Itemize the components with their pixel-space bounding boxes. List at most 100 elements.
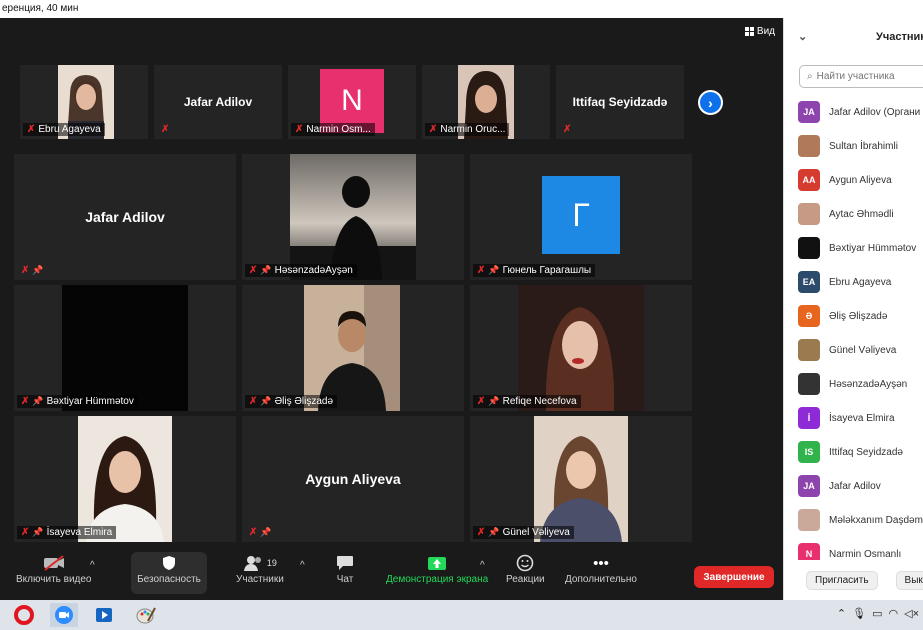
participant-row[interactable]: Mələkxanım Daşdəm <box>784 503 923 537</box>
mic-off-icon: ✗ <box>295 124 304 135</box>
participant-name: Bəxtiyar Hümmətov <box>46 396 134 407</box>
participant-avatar: Ə <box>798 305 820 327</box>
media-player-icon[interactable] <box>90 603 118 627</box>
invite-button[interactable]: Пригласить <box>806 570 878 590</box>
view-button-label: Вид <box>756 26 775 37</box>
more-button[interactable]: ••• Дополнительно <box>565 552 637 586</box>
window-title: еренция, 40 мин <box>0 0 923 18</box>
participant-row[interactable]: Sultan İbrahimli <box>784 129 923 163</box>
nametag: ✗ Ebru Agayeva <box>23 123 105 136</box>
opera-icon[interactable] <box>10 603 38 627</box>
wifi-icon[interactable]: ◠ <box>889 607 899 620</box>
participant-row[interactable]: AA Aygun Aliyeva <box>784 163 923 197</box>
participant-name: Гюнель Гарагашлы <box>502 265 592 276</box>
strip-tile-3[interactable]: ✗ Narmin Oruc... <box>422 65 550 139</box>
participant-row[interactable]: JA Jafar Adilov (Органи <box>784 95 923 129</box>
strip-tile-1[interactable]: Jafar Adilov ✗ <box>154 65 282 139</box>
participant-search-input[interactable] <box>816 71 923 82</box>
grid-tile-3[interactable]: ✗ 📌 Bəxtiyar Hümmətov <box>14 285 236 411</box>
participant-video <box>518 285 644 411</box>
participant-name: İsayeva Elmira <box>46 527 113 538</box>
mic-off-icon: ✗ <box>21 527 30 538</box>
zoom-app-icon[interactable] <box>50 603 78 627</box>
participants-panel: ⌄ Участники ⌕ JA Jafar Adilov (Органи Sult… <box>783 18 923 600</box>
chat-button[interactable]: Чат <box>336 552 354 585</box>
pin-icon: 📌 <box>32 396 44 406</box>
mic-off-icon: ✗ <box>563 124 572 135</box>
grid-tile-1[interactable]: ✗ 📌 HəsənzadəAyşən <box>242 154 464 280</box>
participant-row[interactable]: Ə Əliş Əlişzadə <box>784 299 923 333</box>
participant-name: HəsənzadəAyşən <box>274 265 353 276</box>
panel-footer: Пригласить Выкл <box>784 560 923 600</box>
grid-tile-7[interactable]: Aygun Aliyeva ✗ 📌 <box>242 416 464 542</box>
participant-row[interactable]: İ İsayeva Elmira <box>784 401 923 435</box>
participant-avatar <box>798 203 820 225</box>
pin-icon: 📌 <box>32 265 44 275</box>
panel-title: Участники <box>876 31 923 43</box>
microphone-icon[interactable]: 🎙 <box>852 607 866 620</box>
mic-off-icon: ✗ <box>249 527 258 538</box>
share-options-caret-icon[interactable]: ^ <box>480 560 485 571</box>
pin-icon: 📌 <box>260 396 272 406</box>
participant-avatar: IS <box>798 441 820 463</box>
reactions-button[interactable]: Реакции <box>506 552 545 585</box>
participant-row-name: Aygun Aliyeva <box>829 174 892 186</box>
speaker-icon[interactable]: ◁× <box>904 607 919 620</box>
participant-row[interactable]: Bəxtiyar Hümmətov <box>784 231 923 265</box>
participant-name: Aygun Aliyeva <box>305 471 401 487</box>
mic-off-icon: ✗ <box>27 124 36 135</box>
paint-icon[interactable] <box>132 603 160 627</box>
nametag: ✗ <box>157 123 173 136</box>
participants-button[interactable]: 19 Участники <box>236 552 284 585</box>
view-button[interactable]: Вид <box>744 26 775 37</box>
participant-row[interactable]: Aytac Əhmədli <box>784 197 923 231</box>
avatar: Г <box>542 176 620 254</box>
security-button[interactable]: Безопасность <box>131 552 207 594</box>
participant-row[interactable]: JA Jafar Adilov <box>784 469 923 503</box>
participants-icon: 19 <box>243 552 277 574</box>
end-meeting-button[interactable]: Завершение <box>694 566 774 588</box>
mic-off-icon: ✗ <box>21 396 30 407</box>
share-screen-button[interactable]: Демонстрация экрана <box>386 552 488 585</box>
participants-options-caret-icon[interactable]: ^ <box>300 560 305 571</box>
strip-tile-4[interactable]: Ittifaq Seyidzadə ✗ <box>556 65 684 139</box>
participant-name: Ebru Agayeva <box>38 124 101 135</box>
grid-tile-2[interactable]: Г ✗ 📌 Гюнель Гарагашлы <box>470 154 692 280</box>
video-options-caret-icon[interactable]: ^ <box>90 560 95 571</box>
start-video-button[interactable]: Включить видео <box>16 552 92 585</box>
participant-row-name: Sultan İbrahimli <box>829 140 898 152</box>
mute-all-button[interactable]: Выкл <box>895 570 923 590</box>
participant-avatar: JA <box>798 475 820 497</box>
tray-expand-icon[interactable]: ⌃ <box>837 607 846 620</box>
strip-tile-2[interactable]: N ✗ Narmin Osm... <box>288 65 416 139</box>
grid-tile-4[interactable]: ✗ 📌 Əliş Əlişzadə <box>242 285 464 411</box>
os-taskbar: ⌃ 🎙 ▭ ◠ ◁× <box>0 600 923 630</box>
collapse-chevron-icon[interactable]: ⌄ <box>798 30 807 43</box>
pin-icon: 📌 <box>260 265 272 275</box>
more-dots-icon: ••• <box>593 554 609 572</box>
participant-row-name: Aytac Əhmədli <box>829 208 894 220</box>
participant-name: Refiqe Necefova <box>502 396 577 407</box>
nametag: ✗ <box>559 123 575 136</box>
participant-row-name: Ebru Agayeva <box>829 276 892 288</box>
mic-off-icon: ✗ <box>477 396 486 407</box>
participant-avatar: JA <box>798 101 820 123</box>
participant-search-box[interactable]: ⌕ <box>799 65 923 88</box>
battery-icon[interactable]: ▭ <box>872 607 882 620</box>
grid-tile-6[interactable]: ✗ 📌 İsayeva Elmira <box>14 416 236 542</box>
participant-avatar: İ <box>798 407 820 429</box>
participant-row[interactable]: HəsənzadəAyşən <box>784 367 923 401</box>
participant-name: Narmin Oruc... <box>440 124 506 135</box>
participant-row[interactable]: IS Ittifaq Seyidzadə <box>784 435 923 469</box>
participant-row-name: Narmin Osmanlı <box>829 548 902 560</box>
participant-row[interactable]: EA Ebru Agayeva <box>784 265 923 299</box>
participant-row[interactable]: Günel Vəliyeva <box>784 333 923 367</box>
strip-tile-0[interactable]: ✗ Ebru Agayeva <box>20 65 148 139</box>
grid-tile-0[interactable]: Jafar Adilov ✗ 📌 <box>14 154 236 280</box>
mic-off-icon: ✗ <box>249 396 258 407</box>
next-page-arrow-icon[interactable]: › <box>698 90 723 115</box>
grid-tile-8[interactable]: ✗ 📌 Günel Vəliyeva <box>470 416 692 542</box>
participant-name: Ittifaq Seyidzadə <box>572 95 668 109</box>
search-icon: ⌕ <box>807 71 813 82</box>
grid-tile-5[interactable]: ✗ 📌 Refiqe Necefova <box>470 285 692 411</box>
